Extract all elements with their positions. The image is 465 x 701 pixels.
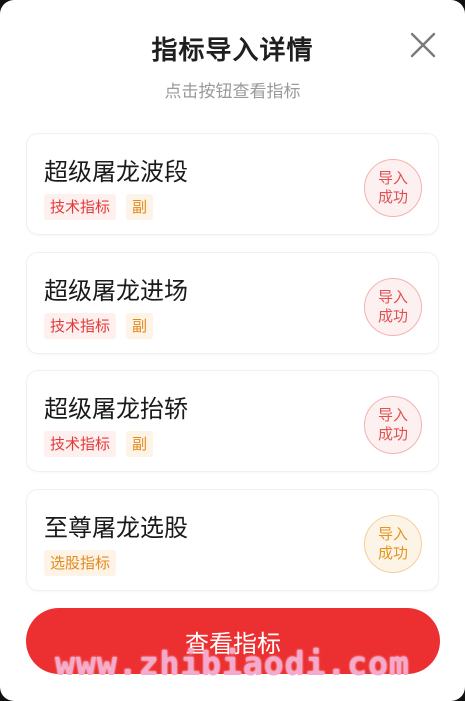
tag-list: 技术指标 副: [44, 431, 154, 457]
status-line-2: 成功: [377, 425, 408, 443]
indicator-name: 超级屠龙进场: [44, 277, 188, 305]
tag-sub: 副: [126, 313, 154, 339]
status-badge: 导入 成功: [364, 159, 422, 217]
status-line-1: 导入: [377, 169, 408, 187]
indicator-name: 超级屠龙波段: [44, 158, 188, 186]
import-details-dialog: 指标导入详情 点击按钮查看指标 超级屠龙波段 技术指标 副 导入 成功 超级屠龙进…: [0, 0, 465, 701]
tag-stock-selection: 选股指标: [44, 550, 117, 576]
status-badge: 导入 成功: [364, 278, 422, 336]
status-line-2: 成功: [377, 307, 408, 325]
tag-technical: 技术指标: [44, 313, 117, 339]
close-icon[interactable]: [406, 28, 440, 62]
dialog-subtitle: 点击按钮查看指标: [164, 82, 301, 102]
tag-sub: 副: [126, 431, 154, 457]
indicator-name: 至尊屠龙选股: [44, 514, 188, 542]
tag-list: 技术指标 副: [44, 194, 154, 220]
indicator-card[interactable]: 超级屠龙进场 技术指标 副 导入 成功: [26, 252, 439, 354]
indicator-card[interactable]: 超级屠龙抬轿 技术指标 副 导入 成功: [26, 370, 439, 472]
status-badge: 导入 成功: [364, 515, 422, 573]
status-badge: 导入 成功: [364, 396, 422, 454]
tag-sub: 副: [126, 194, 154, 220]
tag-list: 选股指标: [44, 550, 117, 576]
tag-list: 技术指标 副: [44, 313, 154, 339]
tag-technical: 技术指标: [44, 194, 117, 220]
status-line-2: 成功: [377, 544, 408, 562]
status-line-1: 导入: [377, 288, 408, 306]
indicator-card[interactable]: 至尊屠龙选股 选股指标 导入 成功: [26, 489, 439, 591]
indicator-card[interactable]: 超级屠龙波段 技术指标 副 导入 成功: [26, 133, 439, 235]
indicator-name: 超级屠龙抬轿: [44, 395, 188, 423]
status-line-2: 成功: [377, 188, 408, 206]
status-line-1: 导入: [377, 525, 408, 543]
dialog-title: 指标导入详情: [151, 36, 314, 66]
view-indicators-button[interactable]: 查看指标: [26, 608, 440, 674]
status-line-1: 导入: [377, 406, 408, 424]
tag-technical: 技术指标: [44, 431, 117, 457]
